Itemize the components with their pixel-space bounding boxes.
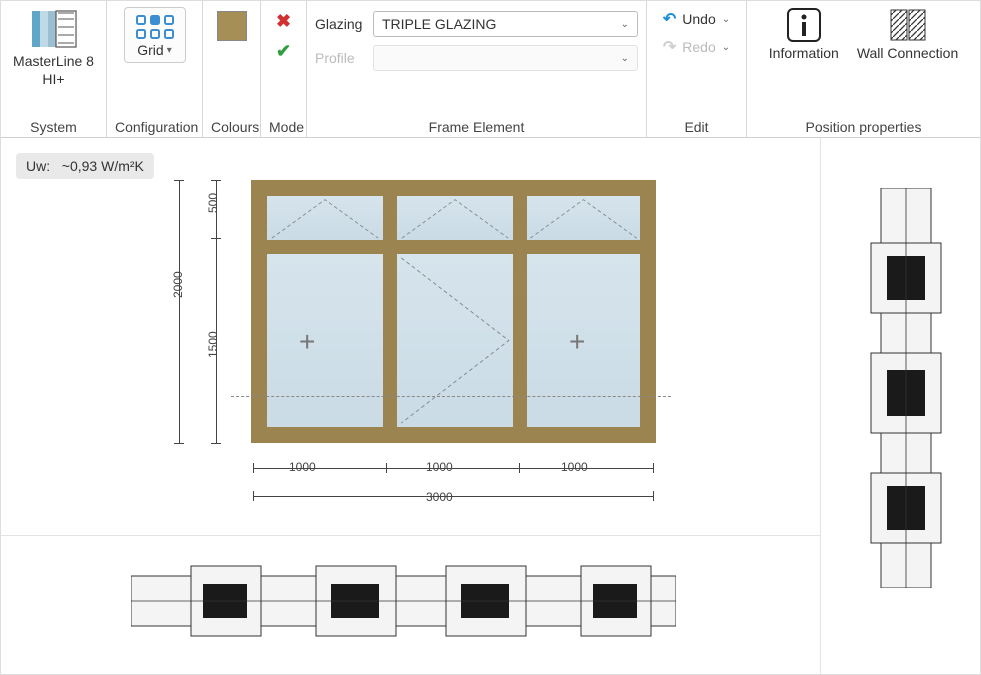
group-configuration-label: Configuration [115,115,194,135]
grid-button[interactable]: Grid ▾ [124,7,186,63]
group-system-label: System [9,115,98,135]
uw-value: ~0,93 W/m²K [62,158,144,174]
ribbon: MasterLine 8 HI+ System [1,1,980,138]
redo-button: ↷ Redo ⌄ [663,37,730,57]
group-mode: ✖ ✔ Mode [261,1,307,137]
wall-connection-button[interactable]: Wall Connection [857,7,958,62]
system-button-label: MasterLine 8 HI+ [9,53,98,88]
pane-top-middle[interactable] [390,189,520,247]
app-root: MasterLine 8 HI+ System [0,0,981,675]
group-colours-label: Colours [211,115,252,135]
group-system: MasterLine 8 HI+ System [1,1,107,137]
redo-icon: ↷ [663,37,676,57]
uw-value-pill: Uw: ~0,93 W/m²K [16,153,154,179]
plus-marker: + [569,326,585,358]
dim-bottom-height: 1500 [206,331,220,358]
dim-total-height: 2000 [171,271,185,298]
glazing-label: Glazing [315,16,367,32]
undo-icon: ↶ [663,9,676,29]
profile-select: ⌄ [373,45,638,71]
colour-swatch[interactable] [217,11,247,41]
left-area: Uw: ~0,93 W/m²K [1,138,820,675]
group-position-properties-label: Position properties [755,115,972,135]
info-icon [783,7,825,45]
pane-top-right[interactable] [520,189,647,247]
profile-label: Profile [315,50,367,66]
redo-label: Redo [682,39,715,55]
group-mode-label: Mode [269,115,298,135]
pane-top-left[interactable] [260,189,390,247]
group-frame-element-label: Frame Element [315,115,638,135]
plus-marker: + [299,326,315,358]
wall-connection-icon [887,7,929,45]
dim-total-width: 3000 [426,490,453,504]
window-element[interactable] [251,180,656,443]
chevron-down-icon: ⌄ [722,42,730,53]
horizontal-profile-icon [131,556,676,646]
pane-bottom-left[interactable] [260,247,390,434]
undo-button[interactable]: ↶ Undo ⌄ [663,9,730,29]
information-button[interactable]: Information [769,7,839,62]
dim-seg-width: 1000 [561,460,588,474]
group-position-properties: Information Wall Connection [747,1,980,137]
pane-bottom-middle[interactable] [390,247,520,434]
wall-connection-button-label: Wall Connection [857,45,958,62]
vertical-section-view[interactable] [820,138,980,675]
chevron-down-icon: ⌄ [621,19,629,30]
glazing-value: TRIPLE GLAZING [382,16,496,32]
dim-line [253,496,653,497]
uw-label: Uw: [26,158,50,174]
chevron-down-icon: ⌄ [722,14,730,25]
horizontal-section-view[interactable] [1,536,820,675]
workspace: Uw: ~0,93 W/m²K [1,138,980,675]
undo-label: Undo [682,11,715,27]
group-configuration: Grid ▾ Configuration [107,1,203,137]
dim-seg-width: 1000 [289,460,316,474]
mode-accept-button[interactable]: ✔ [274,41,294,61]
vertical-profile-icon [861,188,951,588]
group-edit-label: Edit [655,115,738,135]
group-frame-element: Glazing TRIPLE GLAZING ⌄ Profile ⌄ [307,1,647,137]
group-edit: ↶ Undo ⌄ ↷ Redo ⌄ Edit [647,1,747,137]
grid-icon [135,14,175,42]
dim-seg-width: 1000 [426,460,453,474]
glazing-select[interactable]: TRIPLE GLAZING ⌄ [373,11,638,37]
system-button[interactable]: MasterLine 8 HI+ [9,7,98,88]
profile-icon [30,7,78,51]
chevron-down-icon: ⌄ [621,53,629,64]
dim-top-height: 500 [206,193,220,213]
grid-button-label: Grid [137,42,163,58]
mode-cancel-button[interactable]: ✖ [274,11,294,31]
dim-line [179,180,180,443]
group-colours: Colours [203,1,261,137]
information-button-label: Information [769,45,839,62]
chevron-down-icon: ▾ [167,45,172,56]
main-canvas[interactable]: Uw: ~0,93 W/m²K [1,138,820,536]
